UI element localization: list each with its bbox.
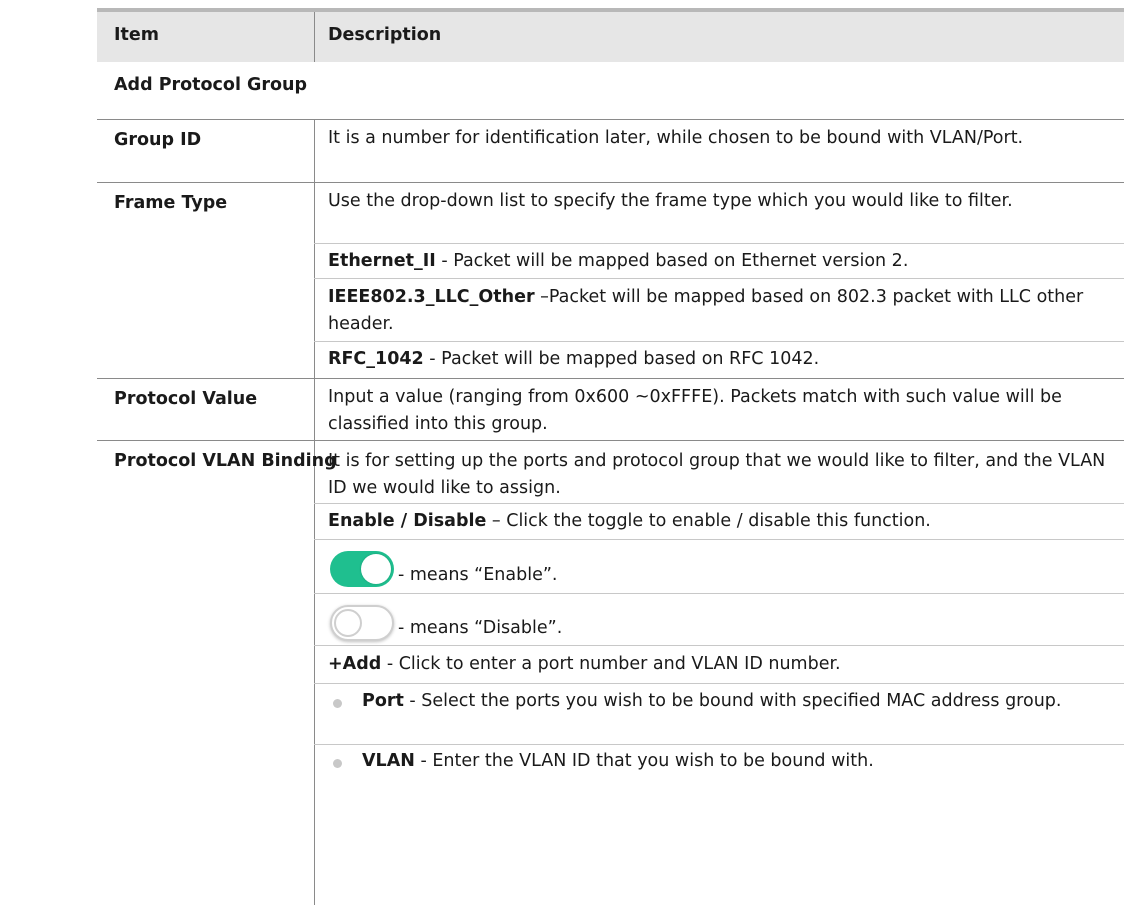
bullet-icon xyxy=(333,759,342,768)
paragraph-divider xyxy=(314,593,1124,594)
paragraph-divider xyxy=(314,503,1124,504)
definition: - Packet will be mapped based on Etherne… xyxy=(435,251,909,271)
row-divider xyxy=(97,182,1124,183)
column-divider xyxy=(314,119,315,905)
paragraph-divider xyxy=(314,243,1124,244)
header-description: Description xyxy=(328,25,442,45)
toggle-on-caption: - means “Enable”. xyxy=(398,565,558,585)
paragraph-divider xyxy=(314,278,1124,279)
term: VLAN xyxy=(362,751,415,771)
ethernet-ii-entry: Ethernet_II - Packet will be mapped base… xyxy=(328,248,1108,275)
item-label: Frame Type xyxy=(114,193,228,213)
term: +Add xyxy=(328,654,382,674)
vlan-entry: VLAN - Enter the VLAN ID that you wish t… xyxy=(362,748,1102,775)
paragraph-divider xyxy=(314,645,1124,646)
llc-other-entry: IEEE802.3_LLC_Other –Packet will be mapp… xyxy=(328,284,1108,338)
paragraph-divider xyxy=(314,539,1124,540)
table-header: Item Description xyxy=(97,12,1124,62)
row-divider xyxy=(97,119,1124,120)
row-divider xyxy=(97,440,1124,441)
port-entry: Port - Select the ports you wish to be b… xyxy=(362,688,1102,715)
enable-disable-entry: Enable / Disable – Click the toggle to e… xyxy=(328,508,1108,535)
rfc-1042-entry: RFC_1042 - Packet will be mapped based o… xyxy=(328,346,1108,373)
item-description: Input a value (ranging from 0x600 ~0xFFF… xyxy=(328,387,1062,434)
binding-description: It is for setting up the ports and proto… xyxy=(328,451,1106,498)
term: Enable / Disable xyxy=(328,511,487,531)
section-title: Add Protocol Group xyxy=(114,75,308,95)
toggle-on-icon xyxy=(330,551,394,587)
paragraph-divider xyxy=(314,341,1124,342)
paragraph-divider xyxy=(314,744,1124,745)
add-entry: +Add - Click to enter a port number and … xyxy=(328,651,1108,678)
term: IEEE802.3_LLC_Other xyxy=(328,287,535,307)
definition: - Select the ports you wish to be bound … xyxy=(403,691,1062,711)
item-label: Group ID xyxy=(114,130,202,150)
term: RFC_1042 xyxy=(328,349,424,369)
definition: - Packet will be mapped based on RFC 104… xyxy=(423,349,820,369)
definition: – Click the toggle to enable / disable t… xyxy=(486,511,931,531)
toggle-off-caption: - means “Disable”. xyxy=(398,618,563,638)
definition: - Enter the VLAN ID that you wish to be … xyxy=(414,751,874,771)
item-description: It is a number for identification later,… xyxy=(328,128,1024,148)
toggle-off-icon xyxy=(330,605,394,641)
item-label: Protocol VLAN Binding xyxy=(114,451,337,471)
term: Port xyxy=(362,691,404,711)
paragraph-divider xyxy=(314,683,1124,684)
header-item: Item xyxy=(114,25,159,45)
bullet-icon xyxy=(333,699,342,708)
row-divider xyxy=(97,378,1124,379)
item-label: Protocol Value xyxy=(114,389,258,409)
term: Ethernet_II xyxy=(328,251,436,271)
header-divider xyxy=(314,12,315,62)
definition: - Click to enter a port number and VLAN … xyxy=(381,654,841,674)
frame-type-description: Use the drop-down list to specify the fr… xyxy=(328,191,1013,211)
